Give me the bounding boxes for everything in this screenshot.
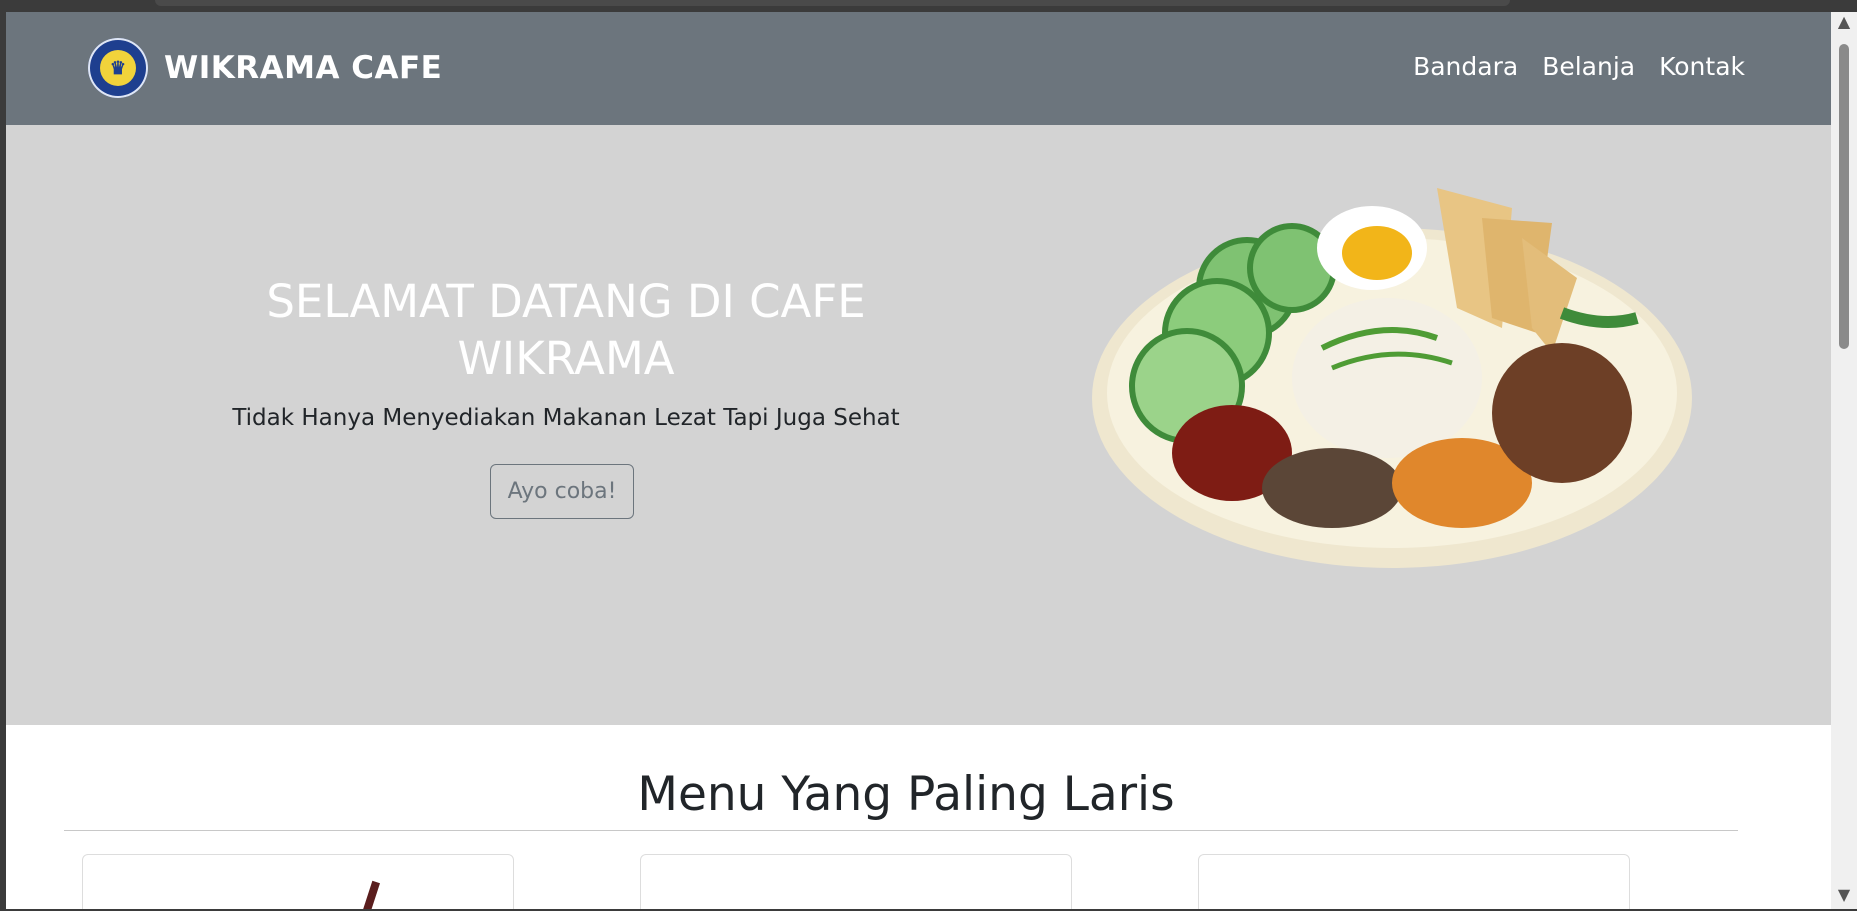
try-button[interactable]: Ayo coba! <box>490 464 634 519</box>
best-seller-title: Menu Yang Paling Laris <box>637 767 1175 822</box>
food-plate-image <box>1082 168 1702 588</box>
scroll-up-icon[interactable]: ▲ <box>1831 12 1857 36</box>
menu-card-2[interactable] <box>640 854 1072 909</box>
brand[interactable]: ♛ WIKRAMA CAFE <box>88 36 442 100</box>
drink-straw-icon <box>360 880 380 909</box>
hero-section: SELAMAT DATANG DI CAFE WIKRAMA Tidak Han… <box>6 125 1831 725</box>
menu-card-1[interactable] <box>82 854 514 909</box>
brand-name: WIKRAMA CAFE <box>164 50 443 86</box>
navbar: ♛ WIKRAMA CAFE Bandara Belanja Kontak <box>6 12 1831 125</box>
school-logo-icon: ♛ <box>88 38 148 98</box>
nav-links: Bandara Belanja Kontak <box>1413 52 1745 81</box>
section-divider <box>64 830 1738 831</box>
hero-title: SELAMAT DATANG DI CAFE WIKRAMA <box>266 275 866 385</box>
scroll-thumb[interactable] <box>1839 44 1849 349</box>
scroll-down-icon[interactable]: ▼ <box>1831 885 1857 909</box>
hero-subtitle: Tidak Hanya Menyediakan Makanan Lezat Ta… <box>232 405 900 431</box>
vertical-scrollbar[interactable]: ▲ ▼ <box>1831 12 1857 909</box>
logo-emblem: ♛ <box>100 50 136 86</box>
nav-link-kontak[interactable]: Kontak <box>1659 52 1745 81</box>
menu-card-3[interactable] <box>1198 854 1630 909</box>
nav-link-bandara[interactable]: Bandara <box>1413 52 1518 81</box>
page-viewport: ♛ WIKRAMA CAFE Bandara Belanja Kontak SE… <box>6 12 1831 909</box>
nav-link-belanja[interactable]: Belanja <box>1542 52 1635 81</box>
browser-top-strip <box>155 0 1510 6</box>
